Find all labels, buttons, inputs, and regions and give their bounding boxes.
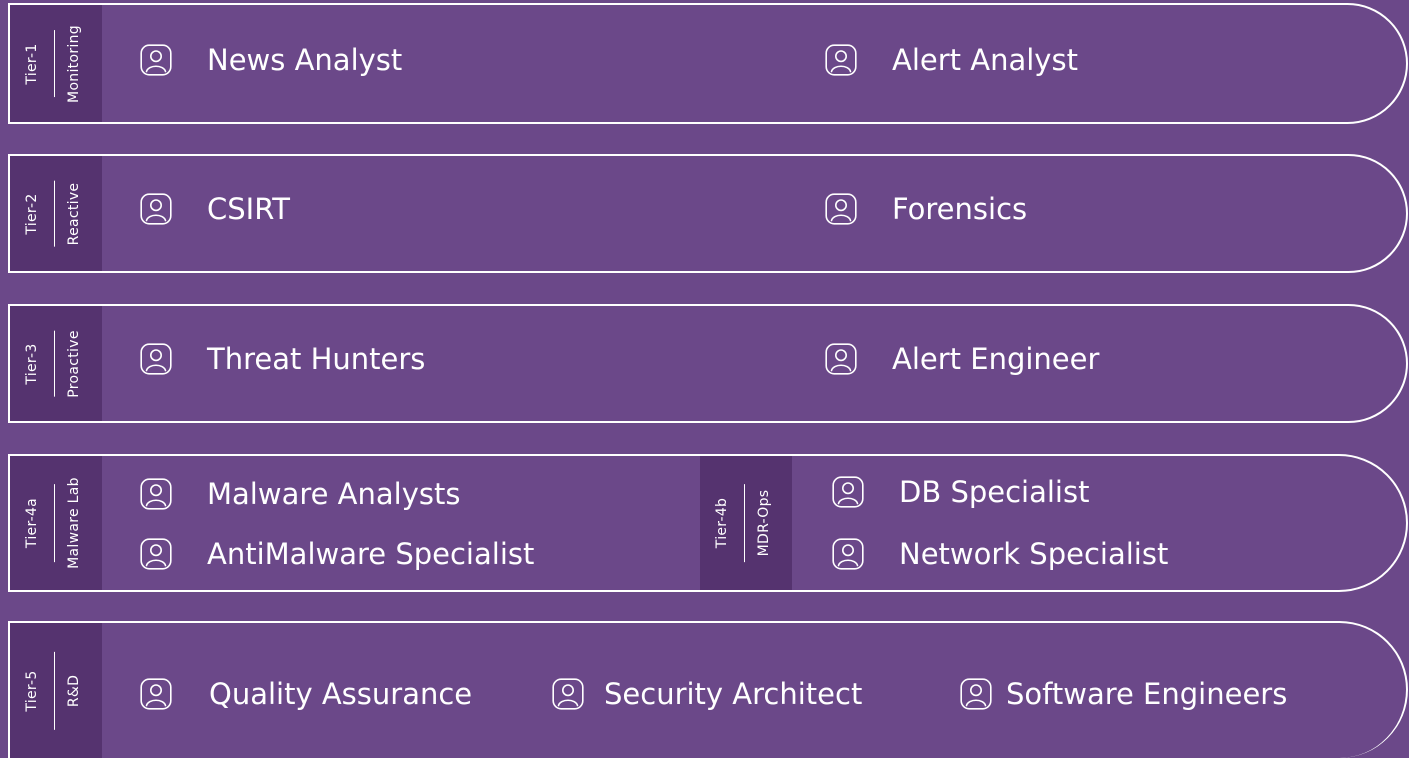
role-label: AntiMalware Specialist [207,536,535,571]
label-divider [54,180,55,247]
user-icon [832,538,864,570]
role-label: Network Specialist [899,536,1169,571]
tier-4-row: Tier-4a Malware Lab Malware Analysts Ant… [8,454,1408,592]
user-icon [140,343,172,375]
role-label: Forensics [892,191,1028,226]
tier-2-row: Tier-2 Reactive CSIRT Forensics [8,154,1408,273]
user-icon [960,678,992,710]
user-icon [552,678,584,710]
user-icon [140,478,172,510]
tier-4b-group: MDR-Ops [756,489,772,557]
label-divider [54,330,55,397]
role-software-engineers: Software Engineers [960,678,1287,710]
tier-3-group: Proactive [66,329,82,398]
user-icon [825,343,857,375]
tier-3-label-block: Tier-3 Proactive [10,306,102,421]
role-alert-analyst: Alert Analyst [825,44,1078,76]
role-label: Alert Analyst [892,42,1078,77]
label-divider [54,651,55,730]
tier-4a-label-block: Tier-4a Malware Lab [10,456,102,590]
label-divider [54,484,55,562]
user-icon [140,193,172,225]
role-label: Malware Analysts [207,476,461,511]
tier-2-group: Reactive [66,182,82,245]
label-divider [744,484,745,562]
role-malware-analysts: Malware Analysts [140,478,460,510]
role-news-analyst: News Analyst [140,44,402,76]
tier-diagram: Tier-1 Monitoring News Analyst Alert Ana… [0,0,1409,758]
tier-1-row: Tier-1 Monitoring News Analyst Alert Ana… [8,3,1408,124]
tier-5-name: Tier-5 [24,669,40,712]
user-icon [140,538,172,570]
tier-1-label-block: Tier-1 Monitoring [10,5,102,122]
user-icon [140,678,172,710]
tier-5-label-block: Tier-5 R&D [10,623,102,758]
role-network-specialist: Network Specialist [832,538,1168,570]
user-icon [825,193,857,225]
role-threat-hunters: Threat Hunters [140,343,425,375]
role-label: Security Architect [604,676,863,711]
tier-4b-name: Tier-4b [714,497,730,549]
user-icon [832,476,864,508]
tier-4a-name: Tier-4a [24,497,40,549]
role-alert-engineer: Alert Engineer [825,343,1099,375]
role-security-architect: Security Architect [552,678,862,710]
role-label: Quality Assurance [209,676,473,711]
tier-2-label-block: Tier-2 Reactive [10,156,102,271]
role-label: Threat Hunters [207,341,426,376]
role-quality-assurance: Quality Assurance [140,678,472,710]
tier-5-row: Tier-5 R&D Quality Assurance Security Ar… [8,621,1408,758]
tier-1-group: Monitoring [66,24,82,103]
user-icon [140,44,172,76]
role-antimalware-specialist: AntiMalware Specialist [140,538,534,570]
role-label: News Analyst [207,42,403,77]
tier-4a-group: Malware Lab [66,477,82,569]
user-icon [825,44,857,76]
tier-5-group: R&D [66,674,82,707]
tier-3-row: Tier-3 Proactive Threat Hunters Alert En… [8,304,1408,423]
role-forensics: Forensics [825,193,1027,225]
role-csirt: CSIRT [140,193,290,225]
tier-2-name: Tier-2 [24,192,40,235]
tier-4b-label-block: Tier-4b MDR-Ops [700,456,792,590]
tier-3-name: Tier-3 [24,342,40,385]
label-divider [54,29,55,98]
role-label: Alert Engineer [892,341,1100,376]
role-label: Software Engineers [1006,676,1288,711]
role-db-specialist: DB Specialist [832,476,1089,508]
role-label: DB Specialist [899,474,1090,509]
tier-1-name: Tier-1 [24,42,40,85]
role-label: CSIRT [207,191,290,226]
